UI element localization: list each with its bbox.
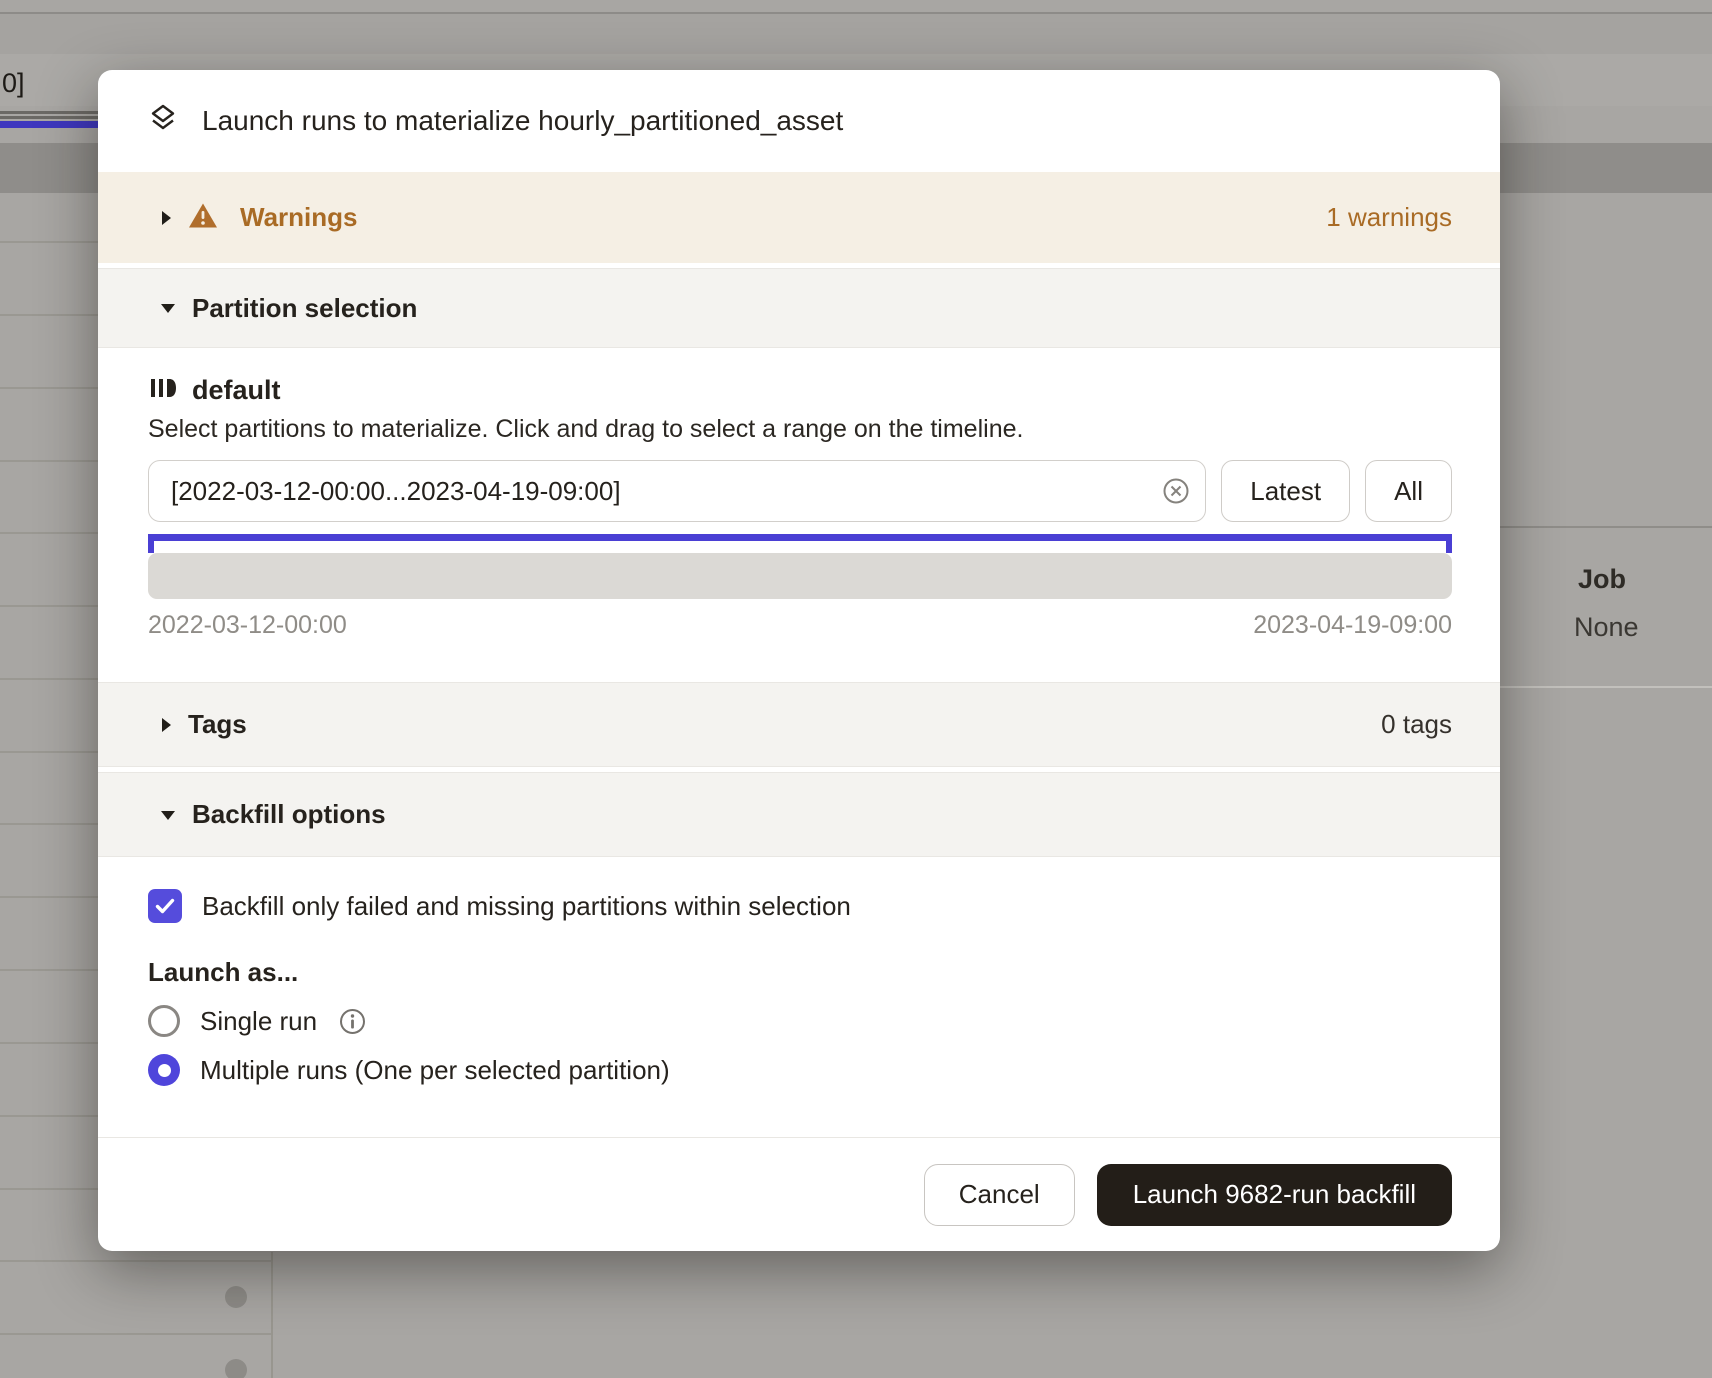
partition-set-name: default — [192, 375, 281, 406]
partition-selection-label: Partition selection — [192, 293, 417, 324]
timeline-end-label: 2023-04-19-09:00 — [1253, 611, 1452, 640]
background-table-row-line — [0, 605, 100, 607]
background-table-row-line — [0, 896, 100, 898]
latest-button[interactable]: Latest — [1221, 460, 1350, 522]
partition-picker: default Select partitions to materialize… — [98, 348, 1500, 682]
single-run-radio[interactable] — [148, 1005, 180, 1037]
backfill-failed-missing-row: Backfill only failed and missing partiti… — [148, 889, 1452, 923]
backfill-options-toggle[interactable]: Backfill options — [98, 772, 1500, 857]
multiple-runs-label: Multiple runs (One per selected partitio… — [200, 1055, 670, 1086]
cancel-button[interactable]: Cancel — [924, 1164, 1075, 1226]
warnings-section-toggle[interactable]: Warnings 1 warnings — [98, 172, 1500, 263]
materialize-layers-icon — [146, 102, 180, 141]
single-run-label: Single run — [200, 1006, 317, 1037]
background-table-row-line — [0, 823, 100, 825]
background-status-dot — [225, 1359, 247, 1378]
backfill-failed-missing-label: Backfill only failed and missing partiti… — [202, 891, 851, 922]
background-table-row-line — [0, 460, 100, 462]
background-toolbar — [0, 14, 1712, 54]
dialog-footer: Cancel Launch 9682-run backfill — [98, 1137, 1500, 1251]
partition-set-icon — [148, 374, 176, 407]
caret-right-icon — [158, 208, 174, 228]
partition-range-row: Latest All — [148, 460, 1452, 522]
warnings-label: Warnings — [240, 202, 357, 233]
backfill-failed-missing-checkbox[interactable] — [148, 889, 182, 923]
background-table-row-line — [0, 241, 100, 243]
background-right-row-line — [1500, 526, 1712, 528]
launch-as-label: Launch as... — [148, 957, 1452, 988]
dialog-title: Launch runs to materialize hourly_partit… — [202, 105, 843, 137]
launch-backfill-dialog: Launch runs to materialize hourly_partit… — [98, 70, 1500, 1251]
all-button[interactable]: All — [1365, 460, 1452, 522]
warnings-count: 1 warnings — [1326, 202, 1452, 233]
background-table-row-line — [0, 1042, 100, 1044]
selected-range-bracket — [148, 534, 1452, 553]
partition-timeline[interactable] — [148, 553, 1452, 599]
tags-label: Tags — [188, 709, 247, 740]
background-partition-input-text: 0] — [2, 68, 25, 99]
partition-selection-toggle[interactable]: Partition selection — [98, 268, 1500, 348]
background-right-row-line — [1500, 686, 1712, 688]
multiple-runs-radio[interactable] — [148, 1054, 180, 1086]
background-job-column-header: Job — [1578, 564, 1626, 595]
backfill-options-label: Backfill options — [192, 799, 386, 830]
partition-range-input-wrap — [148, 460, 1206, 522]
background-status-dot — [225, 1286, 247, 1308]
caret-down-icon — [158, 300, 178, 316]
partition-range-input[interactable] — [148, 460, 1206, 522]
background-column-divider — [271, 1252, 273, 1378]
background-table-row-line — [0, 1260, 271, 1262]
partition-picker-description: Select partitions to materialize. Click … — [148, 415, 1452, 444]
background-table-row-line — [0, 1115, 100, 1117]
timeline-date-labels: 2022-03-12-00:00 2023-04-19-09:00 — [148, 611, 1452, 640]
background-table-row-line — [0, 969, 100, 971]
partition-set-row: default — [148, 374, 1452, 407]
launch-backfill-button[interactable]: Launch 9682-run backfill — [1097, 1164, 1452, 1226]
warning-triangle-icon — [188, 202, 218, 234]
clear-selection-icon[interactable] — [1162, 477, 1190, 505]
background-table-row-line — [0, 1188, 100, 1190]
background-table-row-line — [0, 314, 100, 316]
info-icon[interactable] — [339, 1008, 366, 1035]
dialog-header: Launch runs to materialize hourly_partit… — [98, 70, 1500, 172]
tags-section-toggle[interactable]: Tags 0 tags — [98, 682, 1500, 767]
background-table-row-line — [0, 751, 100, 753]
background-toolbar-divider — [0, 12, 1712, 14]
single-run-option: Single run — [148, 1005, 1452, 1037]
background-job-column-value: None — [1574, 612, 1639, 643]
multiple-runs-option: Multiple runs (One per selected partitio… — [148, 1054, 1452, 1086]
background-table-row-line — [0, 1333, 271, 1335]
timeline-start-label: 2022-03-12-00:00 — [148, 611, 347, 640]
background-table-row-line — [0, 532, 100, 534]
background-table-row-line — [0, 678, 100, 680]
caret-down-icon — [158, 807, 178, 823]
tags-count: 0 tags — [1381, 709, 1452, 740]
backfill-options-body: Backfill only failed and missing partiti… — [98, 857, 1500, 1135]
caret-right-icon — [158, 715, 174, 735]
background-table-row-line — [0, 387, 100, 389]
